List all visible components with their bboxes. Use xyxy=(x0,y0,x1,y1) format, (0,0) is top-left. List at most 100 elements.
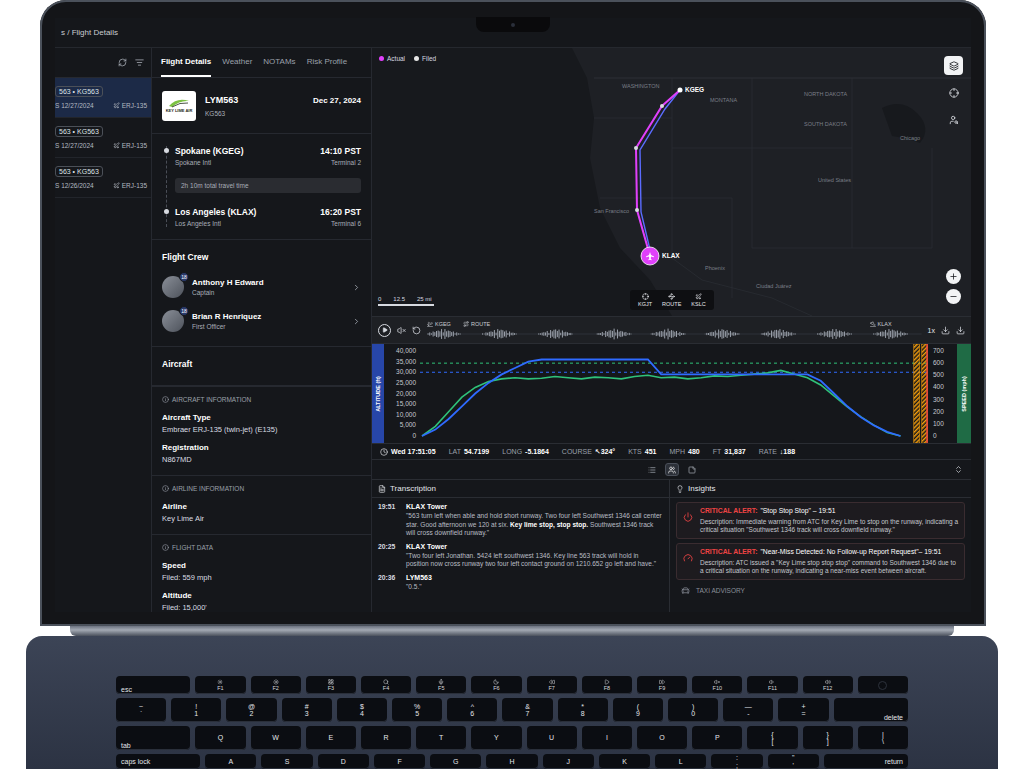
flight-item[interactable]: 563 • KG563S 12/26/2024ERJ-135 xyxy=(55,158,151,198)
zoom-out-button[interactable] xyxy=(946,289,961,304)
expand-button[interactable] xyxy=(954,465,963,474)
key[interactable]: U xyxy=(527,726,577,750)
view-button[interactable] xyxy=(645,463,659,476)
modifier-key[interactable]: delete xyxy=(834,698,908,722)
key[interactable]: !1 xyxy=(171,698,221,722)
key[interactable]: A xyxy=(205,754,256,769)
key[interactable]: K xyxy=(599,754,650,769)
function-key[interactable]: F11 xyxy=(747,676,797,694)
refresh-icon[interactable] xyxy=(118,58,127,67)
key[interactable]: Q xyxy=(195,726,245,750)
map-button[interactable]: KGJT xyxy=(634,293,656,307)
view-button[interactable] xyxy=(685,463,699,476)
key[interactable]: &7 xyxy=(502,698,552,722)
breadcrumb[interactable]: s / Flight Details xyxy=(61,28,118,37)
modifier-key[interactable]: tab xyxy=(116,726,190,750)
function-key[interactable]: F10 xyxy=(692,676,742,694)
alert-card[interactable]: CRITICAL ALERT:"Near-Miss Detected: No F… xyxy=(676,543,965,580)
filter-icon[interactable] xyxy=(135,58,144,67)
transcript-entry[interactable]: 20:25KLAX Tower"Two four left Jonathan. … xyxy=(378,542,663,569)
key[interactable]: $4 xyxy=(337,698,387,722)
function-key[interactable]: F8 xyxy=(582,676,632,694)
playhead-line[interactable] xyxy=(926,344,928,443)
key[interactable]: W xyxy=(251,726,301,750)
key[interactable]: }] xyxy=(803,726,853,750)
key[interactable]: —- xyxy=(723,698,773,722)
key[interactable]: += xyxy=(778,698,828,722)
key[interactable]: :; xyxy=(711,754,762,769)
audio-waveform[interactable] xyxy=(427,328,922,340)
key[interactable]: )0 xyxy=(668,698,718,722)
transcript-entry[interactable]: 20:36LYM563"0.5." xyxy=(378,573,663,592)
crew-row[interactable]: 18Brian R HenriquezFirst Officer xyxy=(162,304,361,338)
tab[interactable]: Risk Profile xyxy=(307,57,347,77)
key[interactable]: Y xyxy=(471,726,521,750)
view-button[interactable] xyxy=(665,463,679,476)
replay-button[interactable] xyxy=(412,326,421,335)
key[interactable]: I xyxy=(582,726,632,750)
modifier-key[interactable]: caps lock xyxy=(116,754,200,769)
key[interactable]: H xyxy=(486,754,537,769)
mute-button[interactable] xyxy=(397,326,406,335)
zoom-in-button[interactable] xyxy=(946,269,961,284)
function-key[interactable]: F12 xyxy=(803,676,853,694)
play-button[interactable] xyxy=(378,324,391,337)
key[interactable]: ^6 xyxy=(447,698,497,722)
playback-speed[interactable]: 1x xyxy=(928,327,935,334)
airport-pin[interactable] xyxy=(678,88,683,93)
crew-row[interactable]: 18Anthony H EdwardCaptain xyxy=(162,270,361,304)
function-key[interactable]: F6 xyxy=(471,676,521,694)
flight-item[interactable]: 563 • KG563S 12/27/2024ERJ-135 xyxy=(55,78,151,118)
power-key[interactable] xyxy=(858,676,908,694)
key[interactable]: S xyxy=(261,754,312,769)
tab[interactable]: NOTAMs xyxy=(263,57,295,77)
key[interactable]: #3 xyxy=(282,698,332,722)
function-key[interactable]: F3 xyxy=(306,676,356,694)
tab[interactable]: Weather xyxy=(222,57,252,77)
key[interactable]: F xyxy=(374,754,425,769)
key[interactable]: E xyxy=(306,726,356,750)
key[interactable]: (9 xyxy=(613,698,663,722)
flight-item[interactable]: 563 • KG563S 12/27/2024ERJ-135 xyxy=(55,118,151,158)
transcript-entry[interactable]: 19:51KLAX Tower"563 turn left when able … xyxy=(378,502,663,538)
event-band[interactable] xyxy=(914,344,920,443)
map-button[interactable]: KSLC xyxy=(687,293,709,307)
function-key[interactable]: F9 xyxy=(637,676,687,694)
key[interactable]: %5 xyxy=(392,698,442,722)
key[interactable]: |\ xyxy=(858,726,908,750)
modifier-key[interactable]: return xyxy=(824,754,908,769)
key[interactable]: ~` xyxy=(116,698,166,722)
flight-map[interactable]: WASHINGTONMONTANANORTH DAKOTASOUTH DAKOT… xyxy=(372,48,971,316)
key[interactable]: L xyxy=(655,754,706,769)
key[interactable]: G xyxy=(430,754,481,769)
download-button[interactable] xyxy=(941,326,950,335)
function-key[interactable]: F7 xyxy=(527,676,577,694)
key[interactable]: {[ xyxy=(747,726,797,750)
tab[interactable]: Flight Details xyxy=(161,57,211,77)
function-key[interactable]: F5 xyxy=(416,676,466,694)
chart-plot[interactable] xyxy=(420,344,929,443)
alert-card[interactable]: CRITICAL ALERT:"Stop Stop Stop" – 19:51D… xyxy=(676,502,965,539)
download-button[interactable] xyxy=(956,326,965,335)
key[interactable]: D xyxy=(318,754,369,769)
key[interactable]: "' xyxy=(768,754,819,769)
function-key[interactable]: F4 xyxy=(361,676,411,694)
key[interactable]: @2 xyxy=(226,698,276,722)
function-key[interactable]: F2 xyxy=(251,676,301,694)
key[interactable]: J xyxy=(543,754,594,769)
map-button[interactable]: ROUTE xyxy=(658,293,685,307)
key[interactable]: T xyxy=(416,726,466,750)
function-key[interactable]: F1 xyxy=(195,676,245,694)
key[interactable]: O xyxy=(637,726,687,750)
event-band[interactable] xyxy=(922,344,928,443)
advisory-row[interactable]: TAXI ADVISORY xyxy=(676,584,965,597)
key[interactable]: *8 xyxy=(558,698,608,722)
aircraft-marker[interactable] xyxy=(641,247,659,265)
search-person-button[interactable] xyxy=(944,110,963,129)
key[interactable]: R xyxy=(361,726,411,750)
modifier-key[interactable]: esc xyxy=(116,676,190,694)
playback-track[interactable]: KGEGROUTEKLAX xyxy=(427,321,922,340)
layers-button[interactable] xyxy=(944,56,963,75)
key[interactable]: P xyxy=(692,726,742,750)
locate-button[interactable] xyxy=(944,83,963,102)
